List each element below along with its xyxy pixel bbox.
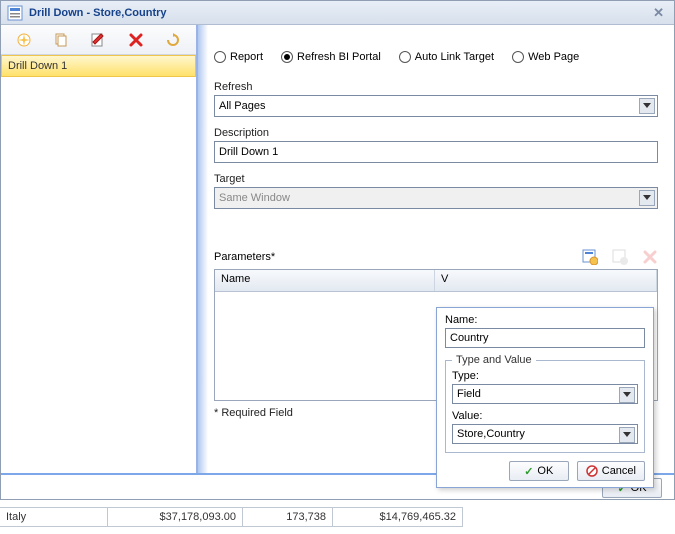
popup-button-row: ✓ OK Cancel [445,461,645,481]
table-header: Name V [215,270,657,292]
radio-label: Report [230,51,263,63]
bg-cell: Italy [0,507,108,527]
type-value: Field [457,388,481,400]
value-value: Store,Country [457,428,525,440]
panel-gradient [198,25,208,473]
delete-param-icon[interactable] [642,249,658,265]
fieldset-legend: Type and Value [452,354,536,366]
type-select[interactable]: Field [452,384,638,404]
radio-refresh-bi-portal[interactable]: Refresh BI Portal [281,51,381,63]
name-value: Country [450,332,489,344]
description-value: Drill Down 1 [219,146,278,158]
cancel-icon [586,465,598,477]
chevron-down-icon [619,427,635,443]
radio-label: Refresh BI Portal [297,51,381,63]
popup-cancel-label: Cancel [602,465,636,477]
bg-cell: 173,738 [243,507,333,527]
list-item[interactable]: Drill Down 1 [1,55,196,77]
target-select[interactable]: Same Window [214,187,658,209]
check-icon: ✓ [524,465,533,478]
bg-cell: $37,178,093.00 [108,507,243,527]
parameter-editor-popup: Name: Country Type and Value Type: Field… [436,307,654,488]
col-value[interactable]: V [435,270,657,291]
list-item-label: Drill Down 1 [8,60,67,72]
description-input[interactable]: Drill Down 1 [214,141,658,163]
target-value: Same Window [219,192,290,204]
radio-auto-link-target[interactable]: Auto Link Target [399,51,494,63]
target-label: Target [214,173,658,185]
refresh-label: Refresh [214,81,658,93]
new-icon[interactable] [15,31,33,49]
radio-report[interactable]: Report [214,51,263,63]
parameters-toolbar [582,249,658,265]
radio-label: Auto Link Target [415,51,494,63]
type-label: Type: [452,370,638,382]
refresh-value: All Pages [219,100,265,112]
close-icon[interactable]: ✕ [649,5,668,21]
radio-icon [399,51,411,63]
radio-icon [512,51,524,63]
edit-param-icon[interactable] [612,249,628,265]
radio-icon [214,51,226,63]
description-label: Description [214,127,658,139]
dialog-title: Drill Down - Store,Country [29,7,649,19]
chevron-down-icon [619,387,635,403]
bg-cell: $14,769,465.32 [333,507,463,527]
radio-web-page[interactable]: Web Page [512,51,579,63]
chevron-down-icon [639,190,655,206]
delete-icon[interactable] [127,31,145,49]
edit-icon[interactable] [89,31,107,49]
add-param-icon[interactable] [582,249,598,265]
parameters-label: Parameters* [214,251,275,263]
left-panel: Drill Down 1 [1,25,198,473]
chevron-down-icon [639,98,655,114]
radio-icon [281,51,293,63]
value-label: Value: [452,410,638,422]
drill-down-list: Drill Down 1 [1,55,196,473]
parameters-header-row: Parameters* [214,249,658,265]
name-label: Name: [445,314,645,326]
refresh-select[interactable]: All Pages [214,95,658,117]
popup-ok-button[interactable]: ✓ OK [509,461,569,481]
popup-cancel-button[interactable]: Cancel [577,461,645,481]
refresh-list-icon[interactable] [164,31,182,49]
name-input[interactable]: Country [445,328,645,348]
copy-icon[interactable] [52,31,70,49]
left-toolbar [1,25,196,55]
titlebar: Drill Down - Store,Country ✕ [1,1,674,25]
app-icon [7,5,23,21]
value-select[interactable]: Store,Country [452,424,638,444]
background-data-grid: Italy $37,178,093.00 173,738 $14,769,465… [0,502,675,532]
radio-label: Web Page [528,51,579,63]
popup-ok-label: OK [537,465,553,477]
type-value-fieldset: Type and Value Type: Field Value: Store,… [445,354,645,453]
col-name[interactable]: Name [215,270,435,291]
type-radio-group: Report Refresh BI Portal Auto Link Targe… [214,51,658,63]
